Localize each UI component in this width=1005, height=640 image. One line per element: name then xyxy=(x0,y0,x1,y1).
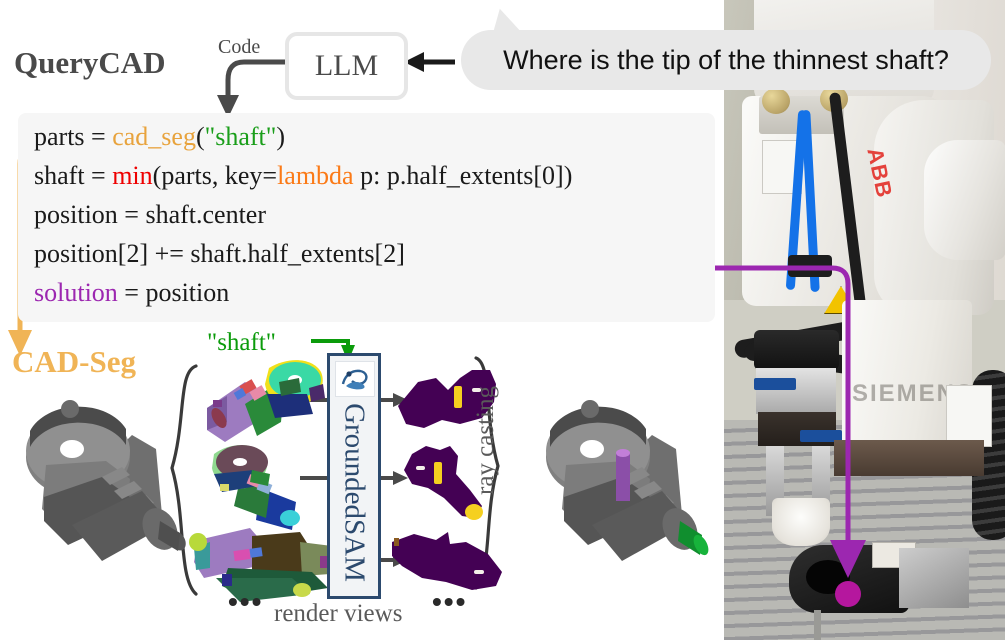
code-token: ) xyxy=(276,122,286,151)
prompt-label: "shaft" xyxy=(207,329,277,356)
code-token-min: min xyxy=(112,161,153,190)
held-gear-part xyxy=(772,498,830,546)
segmentation-mask-3 xyxy=(392,532,502,590)
generated-code-block: parts = cad_seg("shaft") shaft = min(par… xyxy=(18,113,715,322)
code-token: parts = xyxy=(34,122,113,151)
mask-2-tip-highlight xyxy=(465,504,483,520)
render-view-1 xyxy=(207,360,325,442)
code-line: solution = position xyxy=(18,273,715,312)
code-token: position = shaft.center xyxy=(34,200,266,229)
llm-box[interactable]: LLM xyxy=(285,32,408,100)
robot-workcell-photo: ABB SIEMENS xyxy=(724,0,1005,640)
groundedsam-box[interactable]: GroundedSAM xyxy=(327,353,381,599)
querycad-title: QueryCAD xyxy=(14,45,166,80)
workpiece-bore xyxy=(806,560,850,594)
mask-2-highlight xyxy=(434,462,442,484)
code-token: shaft = xyxy=(34,161,113,190)
ray-casting-caption: ray casting xyxy=(472,386,499,495)
brass-fitting-1 xyxy=(762,88,790,114)
gripper-body xyxy=(756,368,836,414)
user-question-bubble: Where is the tip of the thinnest shaft? xyxy=(461,30,991,90)
prompt-arrow xyxy=(311,339,350,352)
code-line: parts = cad_seg("shaft") xyxy=(18,117,715,156)
llm-label: LLM xyxy=(314,49,379,82)
mask-arrow-head-1 xyxy=(393,393,408,407)
robot-joint xyxy=(924,140,1005,260)
code-token-string: "shaft" xyxy=(204,122,277,151)
figure-root: ABB SIEMENS Where is the tip of the thin… xyxy=(0,0,1005,640)
user-question-text: Where is the tip of the thinnest shaft? xyxy=(503,44,949,75)
render-view-2 xyxy=(212,445,300,530)
pedestal-base xyxy=(834,440,984,476)
groundedsam-label: GroundedSAM xyxy=(338,403,371,582)
output-cad-model xyxy=(546,400,709,561)
input-cad-model xyxy=(26,400,186,561)
code-arrow-label: Code xyxy=(218,36,261,58)
code-token-solution: solution xyxy=(34,278,118,307)
masks-ellipsis: ••• xyxy=(432,586,468,617)
code-arrow xyxy=(225,59,285,98)
render-views-ellipsis: ••• xyxy=(228,586,264,617)
code-token: p: p.half_extents[0]) xyxy=(353,161,573,190)
render-views-caption: render views xyxy=(274,600,403,627)
workpiece-fixture xyxy=(899,548,969,608)
shaft-tip-marker xyxy=(678,521,709,556)
code-line: position[2] += shaft.half_extents[2] xyxy=(18,234,715,273)
hose-clamp xyxy=(788,255,832,277)
workpiece-stand xyxy=(814,610,821,640)
code-line: shaft = min(parts, key=lambda p: p.half_… xyxy=(18,156,715,195)
code-token-lambda: lambda xyxy=(277,161,354,190)
mask-1-highlight xyxy=(454,386,462,408)
code-token: position[2] += shaft.half_extents[2] xyxy=(34,239,405,268)
mask-arrow-head-2 xyxy=(393,471,408,485)
schunk-label-1 xyxy=(754,378,796,390)
render-to-model-lines xyxy=(300,398,327,562)
gripper-flange xyxy=(754,330,839,370)
thin-shaft-marker xyxy=(616,449,630,501)
render-views-brace-left xyxy=(170,364,198,596)
code-line: position = shaft.center xyxy=(18,195,715,234)
code-token: ( xyxy=(195,122,205,151)
code-token-cad-seg: cad_seg xyxy=(112,122,196,151)
cadseg-title: CAD-Seg xyxy=(12,344,136,379)
code-token: = position xyxy=(117,278,230,307)
mask-arrow-head-3 xyxy=(393,553,408,567)
pedestal-sticker xyxy=(946,385,992,447)
code-token: (parts, key= xyxy=(152,161,278,190)
